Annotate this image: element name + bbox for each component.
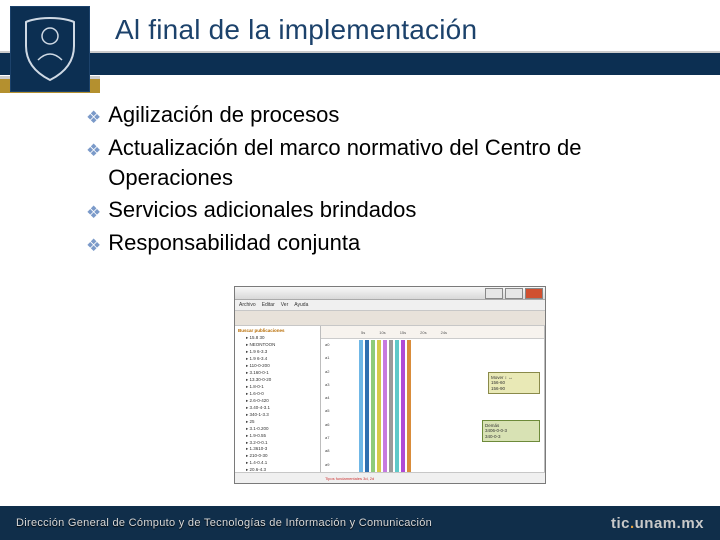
tree-node[interactable]: ▸ 1.6-0-0 [238,391,320,398]
diamond-icon: ❖ [86,107,101,130]
tree-node[interactable]: ▸ 3.1-0.200 [238,426,320,433]
callout-line: 340-0-3 [485,434,537,439]
callout-line: 156-90 [491,386,537,391]
menu-item[interactable]: Ayuda [294,302,308,308]
tree-node[interactable]: ▸ 25 [238,419,320,426]
timeline-band [359,340,363,482]
timeline-band [389,340,393,482]
menu-item[interactable]: Archivo [239,302,256,308]
tree-panel: Buscar publicaciones ▸ 15.8 30▸ NEONTOON… [235,326,321,484]
y-tick: a6 [325,422,361,427]
list-item: ❖ Servicios adicionales brindados [86,195,696,225]
tree-node[interactable]: ▸ 3.40-4-3.1 [238,405,320,412]
window-titlebar [235,287,545,300]
tree-node[interactable]: ▸ 1.9 6-3.4 [238,356,320,363]
slide-footer: Dirección General de Cómputo y de Tecnol… [0,506,720,540]
tree-node[interactable]: ▸ 3.160-0-1 [238,370,320,377]
tree-node[interactable]: ▸ 1.3610-3 [238,446,320,453]
list-item: ❖ Agilización de procesos [86,100,696,130]
timeline-band [377,340,381,482]
shield-icon [20,16,80,82]
ruler-tick: 24s [441,330,447,335]
footer-brand: tic.unam.mx [611,515,704,532]
timeline-band [371,340,375,482]
tree-node[interactable]: ▸ 3.2-0-0.1 [238,440,320,447]
y-tick: a2 [325,369,361,374]
tree-node[interactable]: ▸ 1.8-0-1 [238,384,320,391]
timeline-panel: 5s 10s 15s 20s 24s a0a1a2a3a4a5a6a7a8a9a… [321,326,545,484]
timeline-band [407,340,411,482]
toolbar [235,311,545,326]
tree-node[interactable]: ▸ 1.9 6-3.3 [238,349,320,356]
diamond-icon: ❖ [86,140,101,163]
footer-text: Dirección General de Cómputo y de Tecnol… [16,517,432,529]
tree-node[interactable]: ▸ 110-0-200 [238,363,320,370]
timeline-band [395,340,399,482]
menu-item[interactable]: Ver [281,302,289,308]
tree-node[interactable]: ▸ 210-0-30 [238,453,320,460]
maximize-button[interactable] [505,288,523,299]
y-axis: a0a1a2a3a4a5a6a7a8a9a10 [321,340,363,482]
minimize-button[interactable] [485,288,503,299]
y-tick: a0 [325,342,361,347]
bullet-text: Servicios adicionales brindados [108,195,696,225]
timeline-band [365,340,369,482]
list-item: ❖ Actualización del marco normativo del C… [86,133,696,192]
title-underline-bar [0,51,720,75]
tree-node[interactable]: ▸ 15.8 30 [238,335,320,342]
tree-root[interactable]: Buscar publicaciones [238,328,320,335]
tree-node[interactable]: ▸ NEONTOON [238,342,320,349]
bullet-text: Agilización de procesos [108,100,696,130]
institution-logo [10,6,90,92]
slide-root: Al final de la implementación ❖ Agilizaci… [0,0,720,540]
tree-node[interactable]: ▸ 1.4-0.4.1 [238,460,320,467]
diamond-icon: ❖ [86,235,101,258]
callout-move: Mover ↕ ↔ 156-60 156-90 [488,372,540,394]
timeline-bands [359,340,419,482]
y-tick: a1 [325,355,361,360]
bullet-text: Responsabilidad conjunta [108,228,696,258]
slide-title: Al final de la implementación [115,14,477,46]
menu-item[interactable]: Editar [262,302,275,308]
callout-others: Demás 3406-0-0-3 340-0-3 [482,420,540,442]
y-tick: a8 [325,448,361,453]
brand-pre: tic [611,515,630,532]
bullet-list: ❖ Agilización de procesos ❖ Actualización … [86,100,696,261]
close-button[interactable] [525,288,543,299]
ruler-tick: 10s [379,330,385,335]
ruler-tick: 20s [420,330,426,335]
y-tick: a7 [325,435,361,440]
app-body: Buscar publicaciones ▸ 15.8 30▸ NEONTOON… [235,326,545,484]
bullet-text: Actualización del marco normativo del Ce… [108,133,696,192]
tree-node[interactable]: ▸ 340-1-3.3 [238,412,320,419]
tree-node[interactable]: ▸ 2.6-0-420 [238,398,320,405]
y-tick: a4 [325,395,361,400]
y-tick: a5 [325,408,361,413]
list-item: ❖ Responsabilidad conjunta [86,228,696,258]
ruler-tick: 5s [361,330,365,335]
menu-bar: Archivo Editar Ver Ayuda [235,300,545,311]
ruler-tick: 15s [400,330,406,335]
timeline-band [383,340,387,482]
embedded-app-window: Archivo Editar Ver Ayuda Buscar publicac… [234,286,546,484]
y-tick: a3 [325,382,361,387]
y-tick: a9 [325,462,361,467]
status-text: Tipos fundamentales 3d, 2d [325,476,374,481]
timeline-band [401,340,405,482]
time-ruler: 5s 10s 15s 20s 24s [321,326,544,339]
diamond-icon: ❖ [86,202,101,225]
tree-node[interactable]: ▸ 1.9-0.55 [238,433,320,440]
brand-post: unam.mx [635,515,704,532]
status-bar: Tipos fundamentales 3d, 2d [235,472,545,483]
tree-node[interactable]: ▸ 13.30-0-20 [238,377,320,384]
